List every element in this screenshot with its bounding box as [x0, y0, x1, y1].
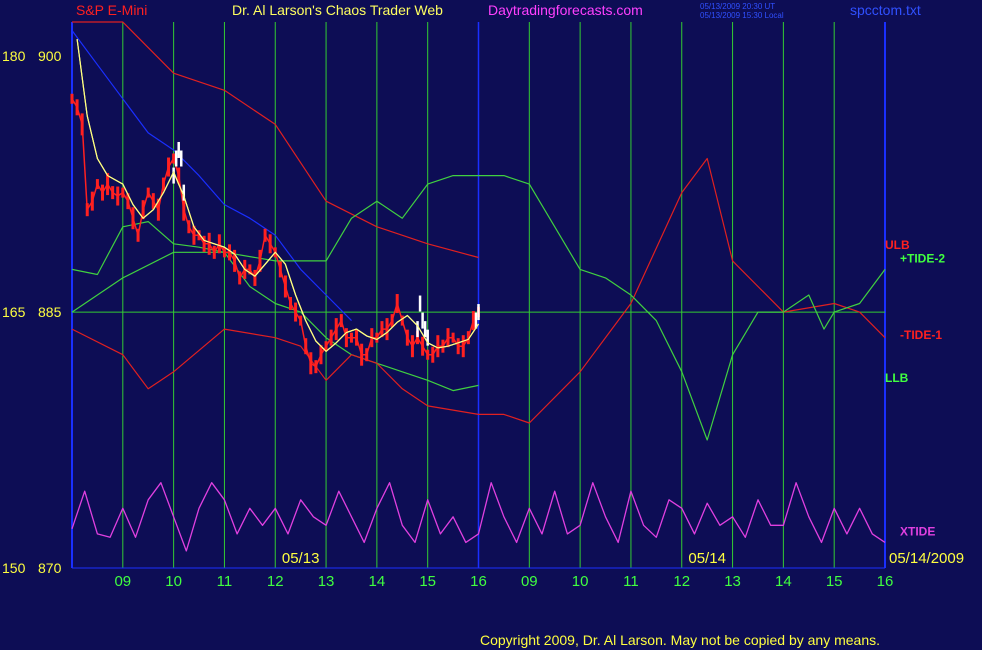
instrument-label: S&P E-Mini — [76, 2, 147, 18]
page-title: Dr. Al Larson's Chaos Trader Web — [232, 2, 443, 18]
x-tick-label: 13 — [724, 573, 741, 590]
y-tick-right: 885 — [38, 304, 62, 320]
x-tick-label: 12 — [673, 573, 690, 590]
x-tick-label: 10 — [165, 573, 182, 590]
y-tick-right: 870 — [38, 560, 62, 576]
x-tick-label: 10 — [572, 573, 589, 590]
x-tick-label: 09 — [521, 573, 538, 590]
series-label-ulb: ULB — [885, 238, 910, 252]
x-tick-label: 12 — [267, 573, 284, 590]
day-label: 05/14 — [688, 550, 726, 567]
timestamp-local: 05/13/2009 15:30 Local — [700, 11, 784, 20]
series-label--tide-2: +TIDE-2 — [900, 251, 945, 265]
x-tick-label: 15 — [826, 573, 843, 590]
copyright-notice: Copyright 2009, Dr. Al Larson. May not b… — [480, 632, 880, 648]
y-tick-left: 150 — [2, 560, 26, 576]
x-tick-label: 11 — [217, 573, 233, 590]
x-tick-label: 14 — [775, 573, 792, 590]
chart-background — [0, 0, 982, 650]
x-tick-label: 13 — [318, 573, 335, 590]
x-tick-label: 09 — [114, 573, 131, 590]
x-tick-label: 11 — [623, 573, 639, 590]
day-label: 05/13 — [282, 550, 320, 567]
y-tick-left: 180 — [2, 48, 26, 64]
timestamp-ut: 05/13/2009 20:30 UT — [700, 2, 775, 11]
data-filename: spcctom.txt — [850, 2, 921, 18]
chaos-chart: 09 10 11 12 13 14 15 16 09 10 11 12 13 14 15 16 180 900 16… — [0, 0, 982, 650]
series-label-llb: LLB — [885, 371, 909, 385]
series-label--tide-1: -TIDE-1 — [900, 328, 942, 342]
x-tick-label: 16 — [877, 573, 894, 590]
x-tick-label: 15 — [419, 573, 436, 590]
series-label-xtide: XTIDE — [900, 524, 935, 538]
chart-window: 09 10 11 12 13 14 15 16 09 10 11 12 13 14 15 16 180 900 16… — [0, 0, 982, 650]
day-label: 05/14/2009 — [889, 550, 964, 567]
x-tick-label: 16 — [470, 573, 487, 590]
y-tick-left: 165 — [2, 304, 26, 320]
x-tick-label: 14 — [369, 573, 386, 590]
y-tick-right: 900 — [38, 48, 62, 64]
site-link[interactable]: Daytradingforecasts.com — [488, 2, 643, 18]
